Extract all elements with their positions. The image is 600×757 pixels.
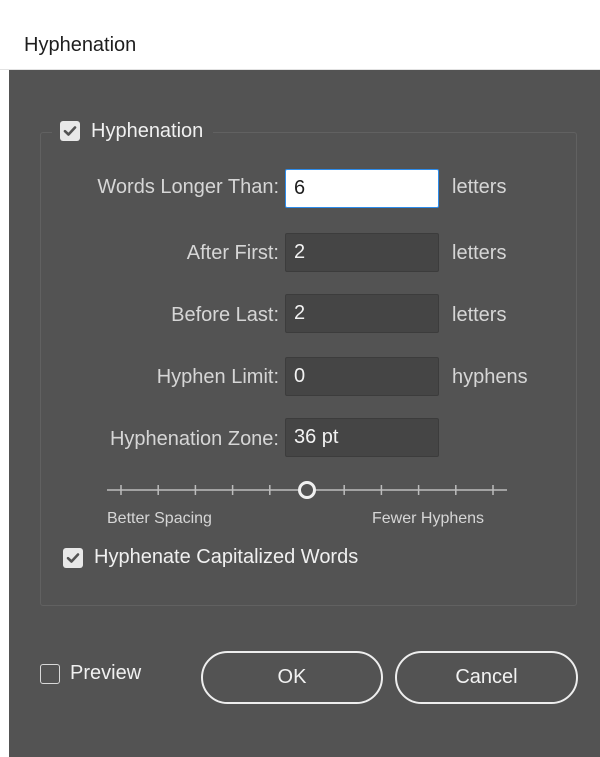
hyphenation-zone-field[interactable]: 36 pt xyxy=(285,418,439,457)
hyphenation-checkbox-label: Hyphenation xyxy=(91,119,204,142)
before-last-unit: letters xyxy=(452,304,507,326)
preview-label: Preview xyxy=(70,662,142,684)
before-last-field[interactable]: 2 xyxy=(285,294,439,333)
hyphenation-checkbox-box[interactable] xyxy=(60,121,80,141)
hyphenation-window: Hyphenation Hyphenation Words Longer Tha… xyxy=(0,0,600,757)
hyphen-limit-field[interactable]: 0 xyxy=(285,357,439,396)
after-first-field[interactable]: 2 xyxy=(285,233,439,272)
hyphenation-zone-label: Hyphenation Zone: xyxy=(109,428,279,450)
cancel-button[interactable]: Cancel xyxy=(395,651,578,704)
after-first-unit: letters xyxy=(452,242,507,264)
slider-thumb xyxy=(298,481,316,499)
spacing-slider[interactable] xyxy=(107,475,507,505)
window-title: Hyphenation xyxy=(24,34,137,56)
checkmark-icon xyxy=(63,126,77,136)
hyphen-limit-label: Hyphen Limit: xyxy=(156,366,279,388)
ok-button[interactable]: OK xyxy=(201,651,383,704)
better-spacing-label: Better Spacing xyxy=(107,510,212,527)
before-last-label: Before Last: xyxy=(171,304,279,326)
hyphenate-capitalized-checkbox[interactable]: Hyphenate Capitalized Words xyxy=(63,546,358,569)
hyphen-limit-unit: hyphens xyxy=(452,366,528,388)
checkmark-icon xyxy=(66,552,80,563)
fewer-hyphens-label: Fewer Hyphens xyxy=(372,510,485,527)
hyphenate-capitalized-checkbox-box[interactable] xyxy=(63,547,83,568)
words-longer-than-unit: letters xyxy=(452,176,507,198)
hyphenation-checkbox[interactable]: Hyphenation xyxy=(52,116,214,146)
dialog-body: Hyphenation Words Longer Than: 6 letters… xyxy=(9,70,600,757)
preview-checkbox-box[interactable] xyxy=(40,663,60,684)
hyphenate-capitalized-label: Hyphenate Capitalized Words xyxy=(94,546,359,568)
after-first-label: After First: xyxy=(186,242,279,264)
title-bar: Hyphenation xyxy=(0,0,600,70)
words-longer-than-label: Words Longer Than: xyxy=(97,176,279,198)
preview-checkbox[interactable]: Preview xyxy=(40,662,141,685)
words-longer-than-field[interactable]: 6 xyxy=(285,169,439,208)
